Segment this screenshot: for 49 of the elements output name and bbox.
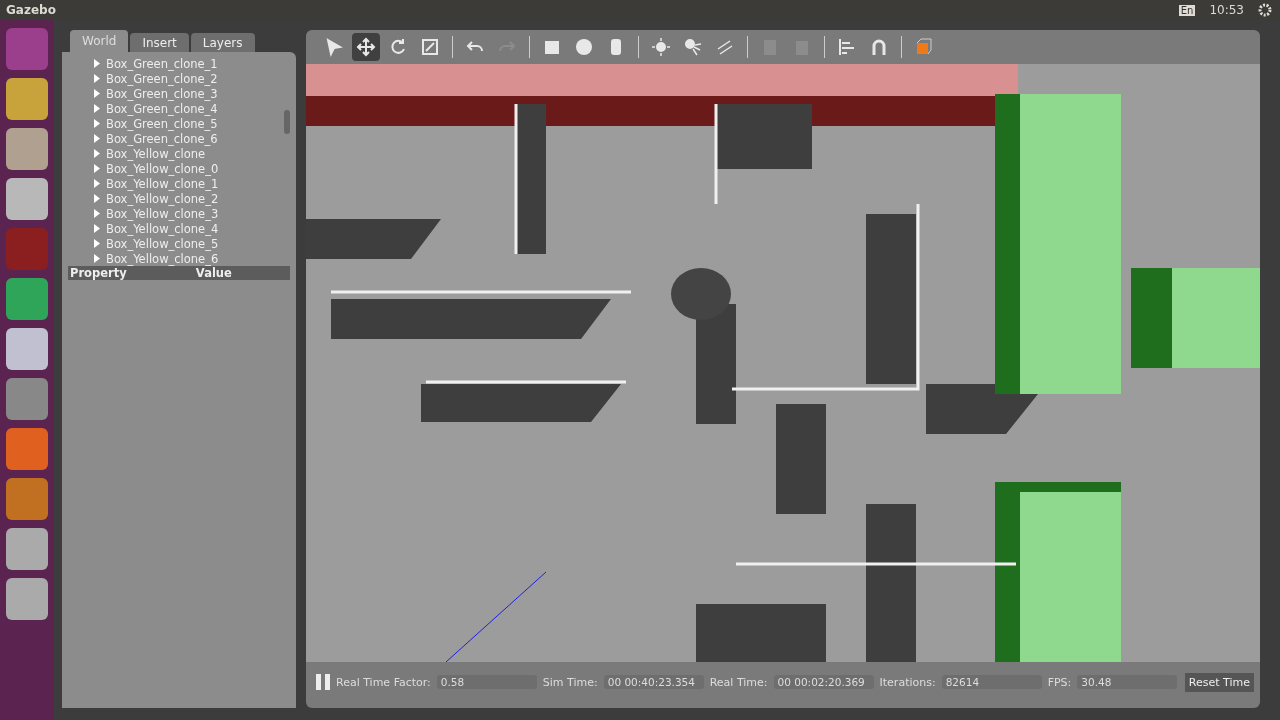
launcher-app-icon[interactable] [6,178,48,220]
tree-item[interactable]: Box_Green_clone_2 [106,71,218,86]
status-value: 00 00:40:23.354 [603,675,704,689]
status-value: 0.58 [436,675,537,689]
tree-item[interactable]: Box_Yellow_clone_1 [106,176,219,191]
tree-item[interactable]: Box_Yellow_clone_3 [106,206,219,221]
status-value: 00 00:02:20.369 [773,675,874,689]
gear-icon[interactable] [1258,3,1272,17]
launcher-app-icon[interactable] [6,328,48,370]
tree-item[interactable]: Box_Green_clone_3 [106,86,218,101]
status-label: Iterations: [879,675,936,689]
panel-tab[interactable]: Layers [190,33,255,52]
reset-time-button[interactable]: Reset Time [1184,672,1254,692]
tree-item[interactable]: Box_Green_clone_6 [106,131,218,146]
tree-item[interactable]: Box_Green_clone_5 [106,116,218,131]
sun-icon [651,37,671,57]
rotate-icon [388,37,408,57]
tree-item[interactable]: Box_Yellow_clone [106,146,206,161]
toolbar-button[interactable] [352,33,380,61]
panel-tab[interactable]: World [70,30,129,52]
column-header: Value [194,266,233,280]
status-label: Real Time Factor: [336,675,431,689]
parallel-lines-icon [715,37,735,57]
column-header: Property [69,266,128,280]
spotlight-icon [683,37,703,57]
tree-item[interactable]: Box_Yellow_clone_0 [106,161,219,176]
pause-icon[interactable] [316,674,330,690]
tree-item[interactable]: Box_Yellow_clone_6 [106,251,219,266]
pointer-icon [324,37,344,57]
clock: 10:53 [1209,3,1244,17]
scrollbar-thumb[interactable] [284,110,290,134]
move-icon [356,37,376,57]
window-title: Gazebo [6,3,57,17]
panel-tab[interactable]: Insert [130,33,189,52]
tree-item[interactable]: Box_Green_clone_4 [106,101,218,116]
tree-item[interactable]: Box_Yellow_clone_5 [106,236,219,251]
status-label: FPS: [1047,675,1072,689]
status-label: Sim Time: [542,675,598,689]
status-value: 82614 [941,675,1042,689]
tree-item[interactable]: Box_Green_clone_1 [106,56,218,71]
sphere-icon [574,37,594,57]
status-value: 30.48 [1077,675,1178,689]
view-cube-icon [914,37,934,57]
align-icon [837,37,857,57]
status-label: Real Time: [709,675,768,689]
tree-item[interactable]: Box_Yellow_clone_4 [106,221,219,236]
keyboard-layout-indicator[interactable]: En [1178,4,1196,16]
scale-icon [420,37,440,57]
tree-item[interactable]: Box_Yellow_clone_2 [106,191,219,206]
